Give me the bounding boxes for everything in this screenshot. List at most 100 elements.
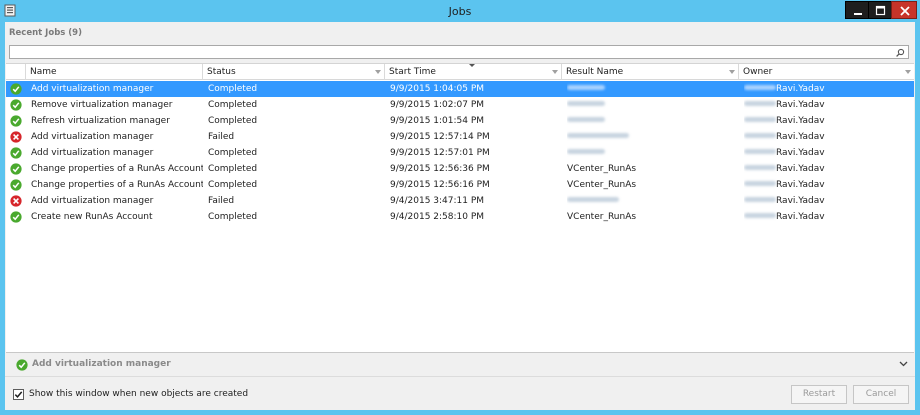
owner-filter-icon[interactable]: [905, 70, 911, 74]
table-row[interactable]: Add virtualization manager Failed 9/9/2015…: [6, 129, 914, 145]
window-title: Jobs: [448, 5, 472, 18]
cell-status: Failed: [208, 132, 235, 142]
cell-status: Failed: [208, 196, 235, 206]
search-icon[interactable]: [895, 48, 905, 58]
redacted-domain: [744, 181, 776, 186]
cell-status: Completed: [208, 180, 258, 190]
cell-result-name-text: VCenter_RunAs: [567, 180, 637, 190]
cell-start-time: 9/9/2015 12:57:01 PM: [390, 148, 490, 158]
cell-result-name: VCenter_RunAs: [567, 209, 737, 225]
cell-owner: Ravi.Yadav: [744, 193, 909, 209]
window-footer: Show this window when new objects are cr…: [5, 376, 915, 410]
jobs-window: Jobs Recent Jobs (9) Name Status Start T…: [0, 0, 920, 415]
search-input[interactable]: [9, 45, 909, 59]
success-check-icon: [16, 359, 28, 371]
table-row[interactable]: Create new RunAs Account Completed 9/4/201…: [6, 209, 914, 225]
redacted-result-name: [567, 133, 629, 138]
redacted-result-name: [567, 101, 605, 106]
table-row[interactable]: Add virtualization manager Completed 9/9/2…: [6, 145, 914, 161]
cell-name: Add virtualization manager: [31, 196, 154, 206]
cell-owner-text: Ravi.Yadav: [776, 100, 825, 110]
redacted-domain: [744, 117, 776, 122]
redacted-domain: [744, 85, 776, 90]
cell-owner: Ravi.Yadav: [744, 145, 909, 161]
success-check-icon: [10, 163, 22, 175]
cell-start-time: 9/9/2015 12:56:36 PM: [390, 164, 490, 174]
minimize-icon: [854, 13, 862, 15]
column-header-name[interactable]: Name: [26, 64, 203, 80]
cell-owner: Ravi.Yadav: [744, 177, 909, 193]
cell-result-name: [567, 193, 737, 209]
column-header-owner[interactable]: Owner: [739, 64, 914, 80]
column-header-status[interactable]: Status: [203, 64, 385, 80]
cell-owner-text: Ravi.Yadav: [776, 196, 825, 206]
cell-owner-text: Ravi.Yadav: [776, 116, 825, 126]
redacted-domain: [744, 197, 776, 202]
column-header-owner-label: Owner: [743, 67, 773, 77]
start-time-filter-icon[interactable]: [552, 70, 558, 74]
cell-result-name: [567, 113, 737, 129]
redacted-domain: [744, 165, 776, 170]
table-row[interactable]: Refresh virtualization manager Completed 9…: [6, 113, 914, 129]
table-row[interactable]: Change properties of a RunAs Account Comp…: [6, 161, 914, 177]
chevron-down-icon[interactable]: [899, 361, 908, 367]
cell-start-time: 9/9/2015 1:02:07 PM: [390, 100, 485, 110]
maximize-icon: [875, 5, 886, 16]
column-header-result-name[interactable]: Result Name: [562, 64, 739, 80]
redacted-result-name: [567, 117, 605, 122]
grid-header: Name Status Start Time Result Name Owner: [6, 64, 914, 80]
maximize-button[interactable]: [868, 1, 892, 19]
cell-owner-text: Ravi.Yadav: [776, 212, 825, 222]
cell-result-name-text: VCenter_RunAs: [567, 212, 637, 222]
success-check-icon: [10, 99, 22, 111]
cell-start-time: 9/9/2015 1:04:05 PM: [390, 84, 485, 94]
cell-name: Change properties of a RunAs Account: [31, 164, 203, 174]
column-header-start-time[interactable]: Start Time: [385, 64, 562, 80]
column-header-name-label: Name: [30, 67, 57, 77]
cell-owner-text: Ravi.Yadav: [776, 164, 825, 174]
cell-result-name: [567, 97, 737, 113]
success-check-icon: [10, 147, 22, 159]
table-row[interactable]: Add virtualization manager Completed 9/9/2…: [6, 81, 914, 97]
cell-start-time: 9/4/2015 3:47:11 PM: [390, 196, 485, 206]
cell-result-name: [567, 145, 737, 161]
cell-start-time: 9/9/2015 12:56:16 PM: [390, 180, 490, 190]
redacted-result-name: [567, 149, 605, 154]
redacted-domain: [744, 101, 776, 106]
show-window-checkbox[interactable]: [13, 389, 24, 400]
cell-start-time: 9/9/2015 1:01:54 PM: [390, 116, 485, 126]
show-window-checkbox-label[interactable]: Show this window when new objects are cr…: [29, 389, 248, 399]
table-row[interactable]: Change properties of a RunAs Account Comp…: [6, 177, 914, 193]
cell-status: Completed: [208, 84, 258, 94]
minimize-button[interactable]: [845, 1, 869, 19]
cancel-button[interactable]: Cancel: [853, 385, 909, 404]
cell-status: Completed: [208, 164, 258, 174]
redacted-domain: [744, 133, 776, 138]
column-header-icon: [6, 64, 26, 80]
close-button[interactable]: [891, 1, 917, 19]
sort-descending-icon: [469, 64, 475, 67]
cell-name: Add virtualization manager: [31, 84, 154, 94]
column-header-start-time-label: Start Time: [389, 67, 436, 77]
success-check-icon: [10, 83, 22, 95]
cell-status: Completed: [208, 212, 258, 222]
success-check-icon: [10, 115, 22, 127]
cell-owner: Ravi.Yadav: [744, 97, 909, 113]
cell-name: Remove virtualization manager: [31, 100, 173, 110]
table-row[interactable]: Remove virtualization manager Completed 9/…: [6, 97, 914, 113]
restart-button[interactable]: Restart: [791, 385, 847, 404]
cell-owner: Ravi.Yadav: [744, 81, 909, 97]
selected-job-detail[interactable]: Add virtualization manager: [6, 355, 914, 375]
redacted-result-name: [567, 197, 619, 202]
recent-jobs-heading: Recent Jobs (9): [9, 28, 82, 38]
success-check-icon: [10, 211, 22, 223]
redacted-domain: [744, 149, 776, 154]
title-bar[interactable]: Jobs: [0, 0, 920, 22]
jobs-grid: Name Status Start Time Result Name Owner…: [6, 63, 914, 353]
status-filter-icon[interactable]: [375, 70, 381, 74]
cell-owner-text: Ravi.Yadav: [776, 84, 825, 94]
table-row[interactable]: Add virtualization manager Failed 9/4/2015…: [6, 193, 914, 209]
cell-owner-text: Ravi.Yadav: [776, 180, 825, 190]
cell-owner: Ravi.Yadav: [744, 209, 909, 225]
result-name-filter-icon[interactable]: [729, 70, 735, 74]
